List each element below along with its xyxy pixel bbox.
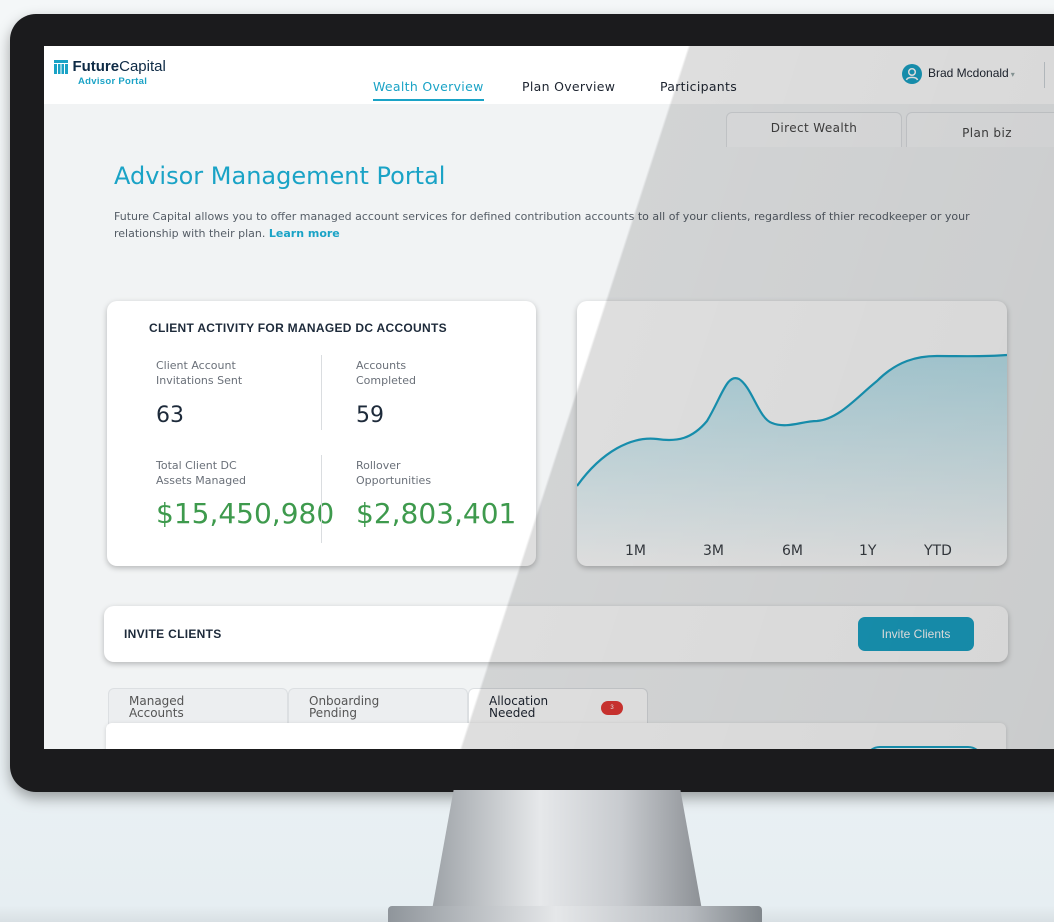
stat-money-value: $2,803,401 xyxy=(356,497,517,530)
stat-label: Accounts Completed xyxy=(356,359,416,387)
nav-wealth-overview[interactable]: Wealth Overview xyxy=(373,79,484,101)
stat-label: Client Account Invitations Sent xyxy=(156,359,243,387)
brand-logo[interactable]: FutureCapital Advisor Portal xyxy=(54,58,166,87)
page-title: Advisor Management Portal xyxy=(114,162,446,190)
nav-plan-overview[interactable]: Plan Overview xyxy=(522,79,615,94)
brand-subtitle: Advisor Portal xyxy=(78,76,148,87)
tab-onboarding-pending[interactable]: Onboarding Pending xyxy=(288,688,468,728)
header-divider xyxy=(1044,62,1045,88)
range-3m[interactable]: 3M xyxy=(703,543,724,559)
panel-action-button[interactable] xyxy=(864,746,984,749)
invite-clients-button[interactable]: Invite Clients xyxy=(858,617,974,651)
tab-direct-wealth[interactable]: Direct Wealth xyxy=(726,112,902,147)
stat-value: 63 xyxy=(156,403,184,428)
allocation-count-badge: 3 xyxy=(601,701,623,715)
tab-plan-biz[interactable]: Plan biz xyxy=(906,112,1054,147)
range-6m[interactable]: 6M xyxy=(782,543,803,559)
user-name: Brad Mcdonald xyxy=(928,66,1009,81)
stat-divider xyxy=(321,355,322,430)
screen: FutureCapital Advisor Portal Wealth Over… xyxy=(44,46,1054,749)
stat-value: 59 xyxy=(356,403,384,428)
stat-label: Total Client DC Assets Managed xyxy=(156,459,246,487)
client-activity-card: CLIENT ACTIVITY FOR MANAGED DC ACCOUNTS … xyxy=(107,301,536,566)
monitor-stand-neck xyxy=(432,790,702,910)
range-ytd[interactable]: YTD xyxy=(924,543,952,559)
user-menu[interactable]: Brad Mcdonald ▾ xyxy=(902,64,1015,84)
trend-area xyxy=(577,355,1007,566)
invite-clients-label: INVITE CLIENTS xyxy=(124,627,222,641)
stat-divider xyxy=(321,455,322,543)
range-1m[interactable]: 1M xyxy=(625,543,646,559)
brand-name: FutureCapital xyxy=(72,58,166,75)
learn-more-link[interactable]: Learn more xyxy=(269,227,340,240)
page-description: Future Capital allows you to offer manag… xyxy=(114,210,970,240)
client-activity-title: CLIENT ACTIVITY FOR MANAGED DC ACCOUNTS xyxy=(149,321,447,335)
range-1y[interactable]: 1Y xyxy=(859,543,876,559)
trend-chart-card: 1M 3M 6M 1Y YTD xyxy=(577,301,1007,566)
nav-participants[interactable]: Participants xyxy=(660,79,737,94)
trend-chart-svg xyxy=(577,353,1007,566)
stat-money-value: $15,450,980 xyxy=(156,497,335,530)
stat-label: Rollover Opportunities xyxy=(356,459,432,487)
chevron-down-icon: ▾ xyxy=(1010,70,1015,80)
bar-chart-logo-icon xyxy=(54,60,68,74)
tab-managed-accounts[interactable]: Managed Accounts xyxy=(108,688,288,728)
user-avatar-icon xyxy=(902,64,922,84)
monitor-stand-base xyxy=(388,906,762,922)
tab-content-panel xyxy=(106,723,1006,749)
